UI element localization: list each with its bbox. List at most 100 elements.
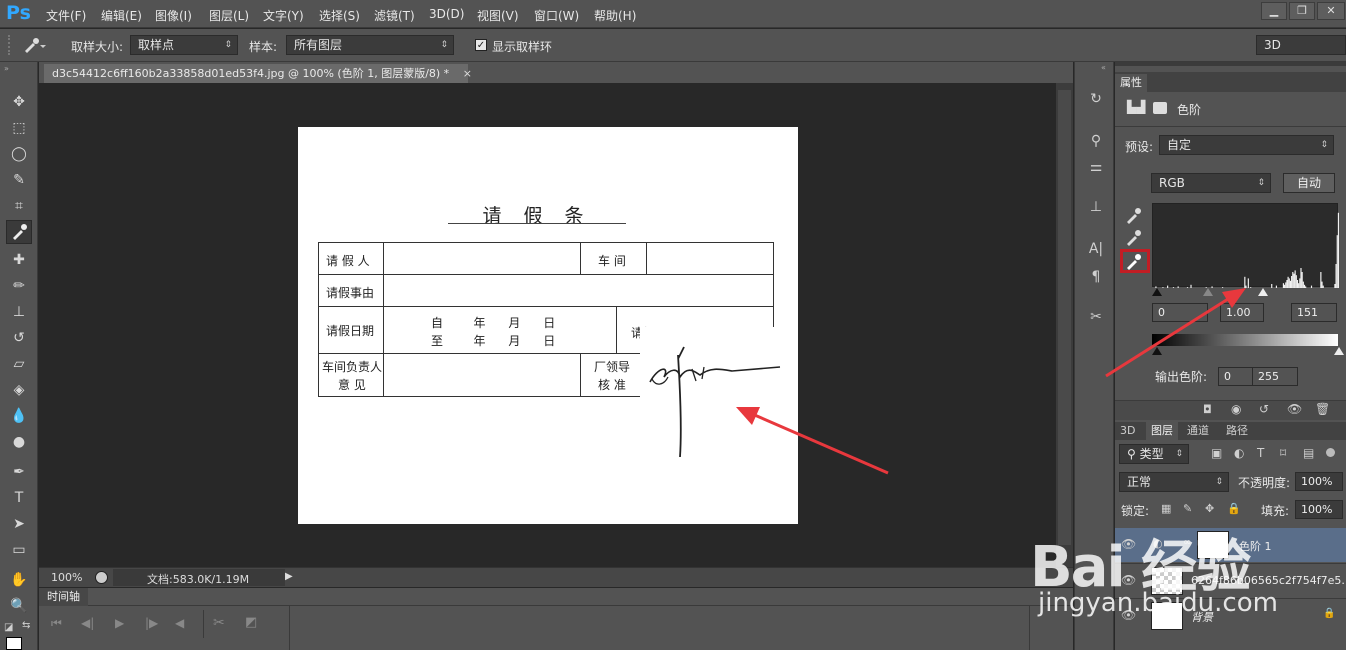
opacity-field[interactable]: 100% [1295, 472, 1343, 491]
zoom-level[interactable]: 100% [51, 571, 82, 584]
restore-button[interactable]: ❐ [1289, 2, 1315, 20]
filter-toggle-icon[interactable] [1326, 448, 1335, 457]
visibility-icon[interactable]: 👁 [1287, 402, 1302, 416]
lock-pixels-icon[interactable]: ✎ [1183, 502, 1192, 515]
properties-tabbar [1115, 72, 1346, 92]
menu-view[interactable]: 视图(V) [477, 7, 519, 24]
scrollbar-thumb[interactable] [1058, 90, 1071, 545]
menu-type[interactable]: 文字(Y) [263, 7, 304, 24]
audio-icon[interactable]: ◀ [175, 616, 184, 630]
menu-select[interactable]: 选择(S) [319, 7, 360, 24]
path-select-tool-icon[interactable]: ➤ [6, 512, 32, 536]
minimize-button[interactable]: ▁ [1261, 2, 1287, 20]
brush-presets-icon[interactable]: ⚲ [1085, 130, 1107, 152]
menu-filter[interactable]: 滤镜(T) [374, 7, 415, 24]
split-icon[interactable]: ✂ [213, 615, 225, 631]
history-brush-tool-icon[interactable]: ↺ [6, 326, 32, 350]
status-menu-arrow-icon[interactable]: ▶ [285, 571, 293, 582]
menu-layer[interactable]: 图层(L) [209, 7, 249, 24]
tab-paths[interactable]: 路径 [1221, 422, 1253, 440]
reset-icon[interactable]: ↺ [1259, 402, 1269, 416]
eyedropper-preset-icon[interactable] [22, 37, 46, 53]
zoom-tool-icon[interactable]: 🔍 [6, 594, 32, 618]
pen-tool-icon[interactable]: ✒ [6, 460, 32, 484]
clone-stamp-tool-icon[interactable]: ⊥ [6, 300, 32, 324]
timeline-tab[interactable]: 时间轴 [39, 588, 88, 606]
menu-help[interactable]: 帮助(H) [594, 7, 636, 24]
close-tab-icon[interactable]: × [463, 67, 472, 80]
lock-position-icon[interactable]: ✥ [1205, 502, 1214, 515]
transition-icon[interactable]: ◩ [245, 615, 257, 630]
type-filter-icon[interactable]: T [1257, 446, 1264, 460]
adjustments-icon[interactable]: ⚌ [1085, 156, 1107, 178]
doc-info-field[interactable]: 文档:583.0K/1.19M [113, 569, 285, 586]
layer-filter-dropdown[interactable]: ⚲ 类型 ⇕ [1119, 444, 1189, 464]
hand-tool-icon[interactable]: ✋ [6, 568, 32, 592]
gray-point-eyedropper-icon[interactable] [1125, 228, 1143, 246]
menu-bar: Ps 文件(F) 编辑(E) 图像(I) 图层(L) 文字(Y) 选择(S) 滤… [0, 0, 1346, 28]
prev-frame-icon[interactable]: ◀| [81, 616, 94, 630]
document-tab[interactable]: d3c54412c6ff160b2a33858d01ed53f4.jpg @ 1… [44, 64, 472, 83]
lasso-tool-icon[interactable]: ◯ [6, 142, 32, 166]
menu-image[interactable]: 图像(I) [155, 7, 192, 24]
foreground-color-swatch[interactable] [6, 637, 22, 650]
play-icon[interactable]: ▶ [115, 616, 124, 630]
menu-3d[interactable]: 3D(D) [429, 7, 464, 21]
tab-3d[interactable]: 3D [1115, 422, 1140, 440]
show-ring-checkbox[interactable]: ✓ [475, 39, 487, 51]
channel-dropdown[interactable]: RGB ⇕ [1151, 173, 1271, 193]
preset-dropdown[interactable]: 自定 ⇕ [1159, 135, 1334, 155]
fill-field[interactable]: 100% [1295, 500, 1343, 519]
view-previous-icon[interactable]: ◉ [1231, 402, 1241, 416]
character-panel-icon[interactable]: A| [1085, 238, 1107, 260]
collapse-panels-icon[interactable]: « [1101, 63, 1106, 72]
white-point-eyedropper-icon[interactable] [1125, 252, 1143, 270]
first-frame-icon[interactable]: ⏮ [51, 616, 62, 631]
tab-layers[interactable]: 图层 [1146, 422, 1178, 440]
quick-select-tool-icon[interactable]: ✎ [6, 168, 32, 192]
type-tool-icon[interactable]: T [6, 486, 32, 510]
pixel-filter-icon[interactable]: ▣ [1211, 446, 1222, 460]
lock-transparency-icon[interactable]: ▦ [1161, 502, 1171, 515]
crop-tool-icon[interactable]: ⌗ [6, 194, 32, 218]
status-icon[interactable] [95, 571, 108, 584]
mask-icon[interactable] [1153, 102, 1167, 114]
menu-file[interactable]: 文件(F) [46, 7, 86, 24]
auto-button[interactable]: 自动 [1283, 173, 1335, 193]
shape-tool-icon[interactable]: ▭ [6, 538, 32, 562]
workspace-dropdown[interactable]: 3D [1256, 35, 1346, 55]
clip-to-layer-icon[interactable]: ◘ [1203, 403, 1212, 416]
next-frame-icon[interactable]: |▶ [145, 616, 158, 630]
eraser-tool-icon[interactable]: ▱ [6, 352, 32, 376]
clone-source-icon[interactable]: ⊥ [1085, 196, 1107, 218]
menu-window[interactable]: 窗口(W) [534, 7, 579, 24]
menu-edit[interactable]: 编辑(E) [101, 7, 142, 24]
sample-dropdown[interactable]: 所有图层 ⇕ [286, 35, 454, 55]
eyedropper-tool-icon[interactable] [6, 220, 32, 244]
sample-size-dropdown[interactable]: 取样点 ⇕ [130, 35, 238, 55]
tab-channels[interactable]: 通道 [1182, 422, 1214, 440]
blur-tool-icon[interactable]: 💧 [6, 404, 32, 428]
lock-all-icon[interactable]: 🔒 [1227, 502, 1241, 515]
swap-colors-icon[interactable]: ⇆ [22, 620, 30, 631]
history-panel-icon[interactable]: ↻ [1085, 88, 1107, 110]
adjustment-filter-icon[interactable]: ◐ [1234, 446, 1244, 460]
dodge-tool-icon[interactable]: ● [6, 430, 32, 454]
brush-tool-icon[interactable]: ✏ [6, 274, 32, 298]
smart-object-filter-icon[interactable]: ▤ [1303, 446, 1314, 460]
white-output-slider[interactable] [1334, 347, 1344, 355]
black-point-eyedropper-icon[interactable] [1125, 206, 1143, 224]
move-tool-icon[interactable]: ✥ [6, 90, 32, 114]
marquee-tool-icon[interactable]: ⬚ [6, 116, 32, 140]
healing-brush-tool-icon[interactable]: ✚ [6, 248, 32, 272]
delete-icon[interactable]: 🗑 [1315, 402, 1330, 416]
properties-footer: ◘ ◉ ↺ 👁 🗑 [1115, 400, 1346, 420]
shape-filter-icon[interactable]: ⌑ [1280, 446, 1286, 460]
properties-tab[interactable]: 属性 [1115, 74, 1147, 92]
close-button[interactable]: ✕ [1317, 2, 1345, 20]
input-white-field[interactable]: 151 [1291, 303, 1337, 322]
default-colors-icon[interactable]: ◪ [4, 622, 18, 636]
collapse-icon[interactable]: » [4, 64, 9, 73]
blend-mode-dropdown[interactable]: 正常 ⇕ [1119, 472, 1229, 492]
paint-bucket-tool-icon[interactable]: ◈ [6, 378, 32, 402]
